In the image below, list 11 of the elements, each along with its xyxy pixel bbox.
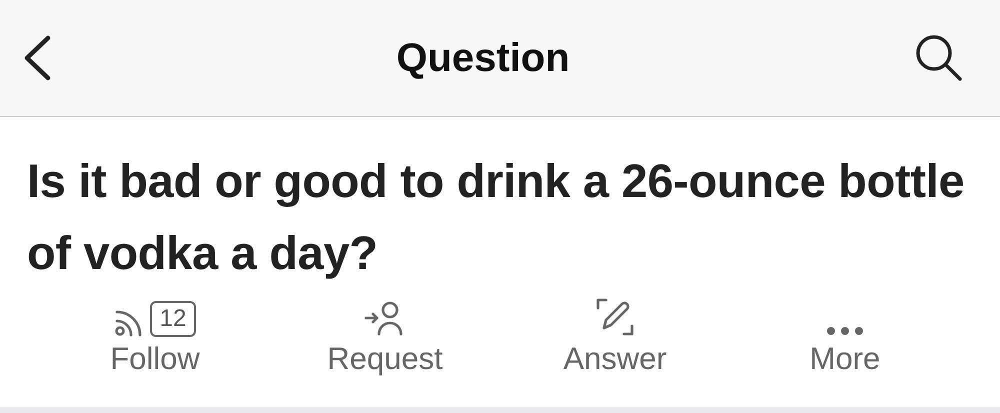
follow-button[interactable]: 12 Follow [55,295,255,407]
search-icon[interactable] [914,33,964,83]
back-icon[interactable] [22,35,52,81]
pencil-icon [595,297,635,337]
page-title: Question [396,36,570,80]
answer-button[interactable]: Answer [515,295,715,407]
question-title: Is it bad or good to drink a 26-ounce bottle of vodka a day? [27,153,966,281]
request-button[interactable]: Request [285,295,485,407]
count-badge: 12 [150,301,196,337]
more-icon [825,325,865,337]
more-button[interactable]: More [745,295,945,407]
